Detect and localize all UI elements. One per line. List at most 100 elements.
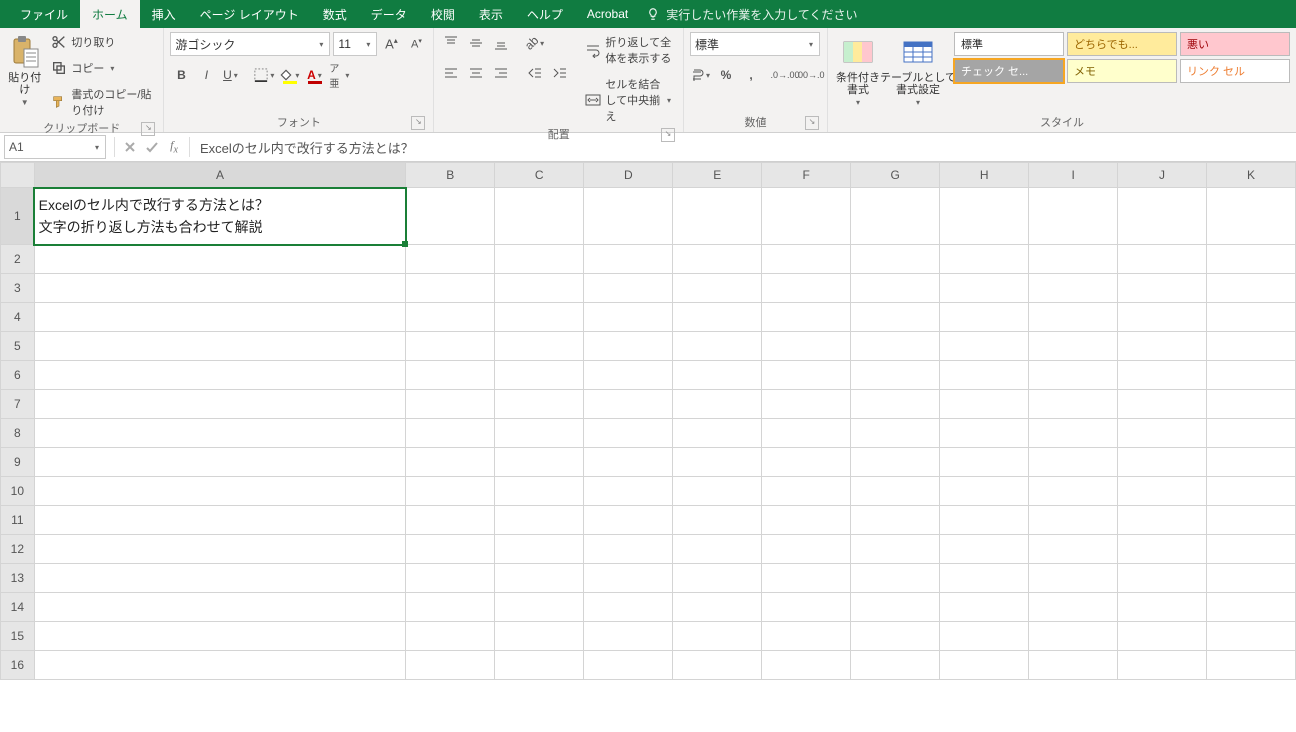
merge-center-button[interactable]: セルを結合して中央揃え▾	[581, 74, 677, 126]
cell-K10[interactable]	[1206, 477, 1295, 506]
cell-I9[interactable]	[1029, 448, 1118, 477]
cell-F14[interactable]	[762, 593, 851, 622]
cell-F7[interactable]	[762, 390, 851, 419]
bold-button[interactable]: B	[170, 64, 192, 86]
cell-E4[interactable]	[673, 303, 762, 332]
cell-K14[interactable]	[1206, 593, 1295, 622]
cell-G7[interactable]	[851, 390, 940, 419]
cell-F2[interactable]	[762, 245, 851, 274]
cell-J1[interactable]	[1118, 188, 1207, 245]
font-size-select[interactable]: 11▾	[333, 32, 377, 56]
paste-button[interactable]: 貼り付け ▼	[6, 32, 43, 109]
cell-K7[interactable]	[1206, 390, 1295, 419]
cell-K3[interactable]	[1206, 274, 1295, 303]
cell-A8[interactable]	[34, 419, 406, 448]
cell-E16[interactable]	[673, 651, 762, 680]
cell-K11[interactable]	[1206, 506, 1295, 535]
cell-K8[interactable]	[1206, 419, 1295, 448]
row-header[interactable]: 8	[1, 419, 35, 448]
cell-B5[interactable]	[406, 332, 495, 361]
cell-E15[interactable]	[673, 622, 762, 651]
italic-button[interactable]: I	[195, 64, 217, 86]
cell-D4[interactable]	[584, 303, 673, 332]
cell-J15[interactable]	[1118, 622, 1207, 651]
cell-F9[interactable]	[762, 448, 851, 477]
cell-F3[interactable]	[762, 274, 851, 303]
row-header[interactable]: 2	[1, 245, 35, 274]
cell-H1[interactable]	[940, 188, 1029, 245]
cell-E2[interactable]	[673, 245, 762, 274]
cell-H11[interactable]	[940, 506, 1029, 535]
cell-K9[interactable]	[1206, 448, 1295, 477]
cell-J7[interactable]	[1118, 390, 1207, 419]
cell-I1[interactable]	[1029, 188, 1118, 245]
cell-B11[interactable]	[406, 506, 495, 535]
cell-C15[interactable]	[495, 622, 584, 651]
column-header[interactable]: G	[851, 163, 940, 188]
cell-style-option[interactable]: どちらでも...	[1067, 32, 1177, 56]
cell-K4[interactable]	[1206, 303, 1295, 332]
cell-A16[interactable]	[34, 651, 406, 680]
cell-E1[interactable]	[673, 188, 762, 245]
row-header[interactable]: 12	[1, 535, 35, 564]
row-header[interactable]: 7	[1, 390, 35, 419]
cell-F8[interactable]	[762, 419, 851, 448]
cell-styles-gallery[interactable]: 標準どちらでも...悪い チェック セ...メモリンク セル	[954, 32, 1290, 83]
cell-B3[interactable]	[406, 274, 495, 303]
cell-E9[interactable]	[673, 448, 762, 477]
cell-G4[interactable]	[851, 303, 940, 332]
percent-format-button[interactable]: %	[715, 64, 737, 86]
cell-A1[interactable]: Excelのセル内で改行する方法とは？ 文字の折り返し方法も合わせて解説	[34, 188, 406, 245]
wrap-text-button[interactable]: 折り返して全体を表示する	[581, 32, 677, 68]
cell-J5[interactable]	[1118, 332, 1207, 361]
cell-H6[interactable]	[940, 361, 1029, 390]
cell-D9[interactable]	[584, 448, 673, 477]
cell-C6[interactable]	[495, 361, 584, 390]
font-color-button[interactable]: A▾	[304, 64, 326, 86]
cell-J11[interactable]	[1118, 506, 1207, 535]
cell-F1[interactable]	[762, 188, 851, 245]
cell-style-option[interactable]: リンク セル	[1180, 59, 1290, 83]
cell-A4[interactable]	[34, 303, 406, 332]
cell-I14[interactable]	[1029, 593, 1118, 622]
cell-D2[interactable]	[584, 245, 673, 274]
cell-F15[interactable]	[762, 622, 851, 651]
cell-I16[interactable]	[1029, 651, 1118, 680]
cell-F13[interactable]	[762, 564, 851, 593]
cell-A14[interactable]	[34, 593, 406, 622]
cell-A6[interactable]	[34, 361, 406, 390]
cell-D12[interactable]	[584, 535, 673, 564]
dialog-launcher-icon[interactable]: ↘	[141, 122, 155, 136]
copy-button[interactable]: コピー▾	[47, 58, 157, 78]
cell-F6[interactable]	[762, 361, 851, 390]
tell-me-search[interactable]: 実行したい作業を入力してください	[646, 6, 857, 23]
cell-style-option[interactable]: メモ	[1067, 59, 1177, 83]
align-center-button[interactable]	[465, 62, 487, 84]
align-bottom-button[interactable]	[490, 32, 512, 54]
cell-K12[interactable]	[1206, 535, 1295, 564]
cell-D11[interactable]	[584, 506, 673, 535]
cell-I12[interactable]	[1029, 535, 1118, 564]
orientation-button[interactable]: ab▾	[524, 32, 546, 54]
cell-E13[interactable]	[673, 564, 762, 593]
cell-G5[interactable]	[851, 332, 940, 361]
decrease-font-button[interactable]: A▾	[405, 33, 427, 55]
cell-I4[interactable]	[1029, 303, 1118, 332]
cell-K13[interactable]	[1206, 564, 1295, 593]
cell-style-option[interactable]: 悪い	[1180, 32, 1290, 56]
formula-input[interactable]	[194, 136, 1296, 158]
cell-J9[interactable]	[1118, 448, 1207, 477]
cell-J2[interactable]	[1118, 245, 1207, 274]
cell-F10[interactable]	[762, 477, 851, 506]
cell-I11[interactable]	[1029, 506, 1118, 535]
cell-E12[interactable]	[673, 535, 762, 564]
row-header[interactable]: 15	[1, 622, 35, 651]
cell-B6[interactable]	[406, 361, 495, 390]
tab-home[interactable]: ホーム	[80, 0, 140, 28]
cell-J16[interactable]	[1118, 651, 1207, 680]
cell-B8[interactable]	[406, 419, 495, 448]
phonetic-guide-button[interactable]: ア亜▾	[329, 64, 351, 86]
cell-I10[interactable]	[1029, 477, 1118, 506]
comma-format-button[interactable]: ,	[740, 64, 762, 86]
conditional-formatting-button[interactable]: 条件付き 書式▾	[834, 32, 882, 109]
